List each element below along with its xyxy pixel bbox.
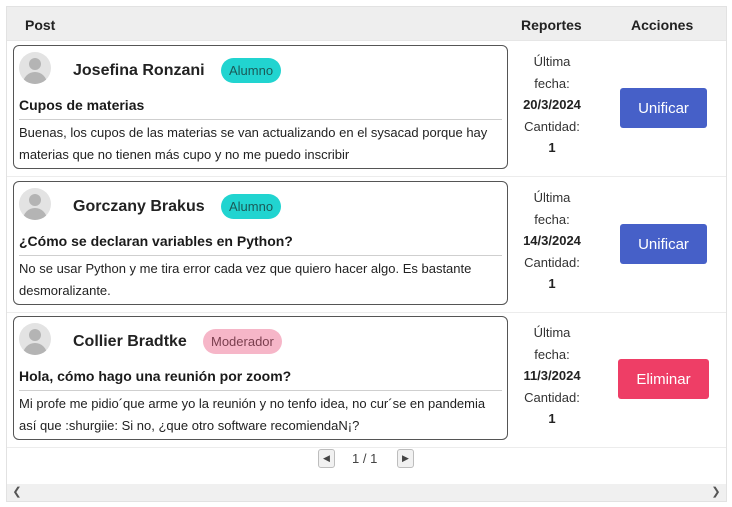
post-content: Mi profe me pidio´que arme yo la reunión…	[19, 396, 486, 433]
report-count: 1	[548, 411, 556, 426]
pagination: ◀ 1 / 1 ▶	[7, 447, 726, 477]
role-badge: Alumno	[221, 194, 282, 219]
page-indicator: 1 / 1	[352, 451, 378, 466]
report-count: 1	[548, 140, 556, 155]
divider	[19, 119, 502, 120]
role-badge: Moderador	[203, 329, 282, 354]
chevron-left-icon[interactable]: ◀	[318, 449, 335, 468]
table-row: Josefina Ronzani Alumno Cupos de materia…	[7, 41, 726, 177]
post-content: Buenas, los cupos de las materias se van…	[19, 125, 488, 162]
author-name: Gorczany Brakus	[73, 198, 205, 215]
report-date: 11/3/2024	[523, 368, 581, 383]
author-name: Collier Bradtke	[73, 333, 187, 350]
header-post: Post	[25, 17, 56, 33]
divider	[19, 390, 502, 391]
scroll-left-icon[interactable]: ❮	[9, 484, 25, 501]
report-info: Última fecha: 14/3/2024 Cantidad: 1	[507, 187, 597, 295]
report-label-fecha: fecha:	[534, 346, 570, 362]
post-title: Cupos de materias	[19, 97, 145, 113]
user-avatar-icon	[19, 188, 51, 220]
report-count: 1	[548, 276, 556, 291]
chevron-right-icon[interactable]: ▶	[397, 449, 414, 468]
scroll-right-icon[interactable]: ❯	[708, 484, 724, 501]
post-title: Hola, cómo hago una reunión por zoom?	[19, 368, 292, 384]
unificar-button[interactable]: Unificar	[620, 224, 707, 264]
divider	[19, 255, 502, 256]
report-label-fecha: fecha:	[534, 211, 570, 227]
user-avatar-icon	[19, 323, 51, 355]
report-label-cantidad: Cantidad:	[524, 118, 580, 134]
table-header: Post Reportes Acciones	[7, 7, 726, 41]
report-info: Última fecha: 11/3/2024 Cantidad: 1	[507, 322, 597, 430]
report-date: 14/3/2024	[523, 233, 581, 248]
posts-report-table: Post Reportes Acciones Josefina Ronzani …	[6, 6, 727, 502]
post-card: Josefina Ronzani Alumno Cupos de materia…	[13, 45, 508, 169]
header-acciones: Acciones	[631, 17, 694, 33]
table-row: Gorczany Brakus Alumno ¿Cómo se declaran…	[7, 177, 726, 313]
report-date: 20/3/2024	[523, 97, 581, 112]
post-content: No se usar Python y me tira error cada v…	[19, 261, 472, 298]
post-card: Gorczany Brakus Alumno ¿Cómo se declaran…	[13, 181, 508, 305]
horizontal-scrollbar[interactable]: ❮ ❯	[7, 484, 726, 501]
table-row: Collier Bradtke Moderador Hola, cómo hag…	[7, 312, 726, 448]
post-title: ¿Cómo se declaran variables en Python?	[19, 233, 293, 249]
report-label-cantidad: Cantidad:	[524, 389, 580, 405]
report-label-cantidad: Cantidad:	[524, 254, 580, 270]
report-label-fecha: fecha:	[534, 75, 570, 91]
user-avatar-icon	[19, 52, 51, 84]
report-label-ultima: Última	[533, 190, 571, 205]
report-info: Última fecha: 20/3/2024 Cantidad: 1	[507, 51, 597, 159]
eliminar-button[interactable]: Eliminar	[618, 359, 709, 399]
header-reportes: Reportes	[521, 17, 582, 33]
unificar-button[interactable]: Unificar	[620, 88, 707, 128]
report-label-ultima: Última	[533, 325, 571, 340]
role-badge: Alumno	[221, 58, 282, 83]
author-name: Josefina Ronzani	[73, 62, 205, 79]
report-label-ultima: Última	[533, 54, 571, 69]
post-card: Collier Bradtke Moderador Hola, cómo hag…	[13, 316, 508, 440]
